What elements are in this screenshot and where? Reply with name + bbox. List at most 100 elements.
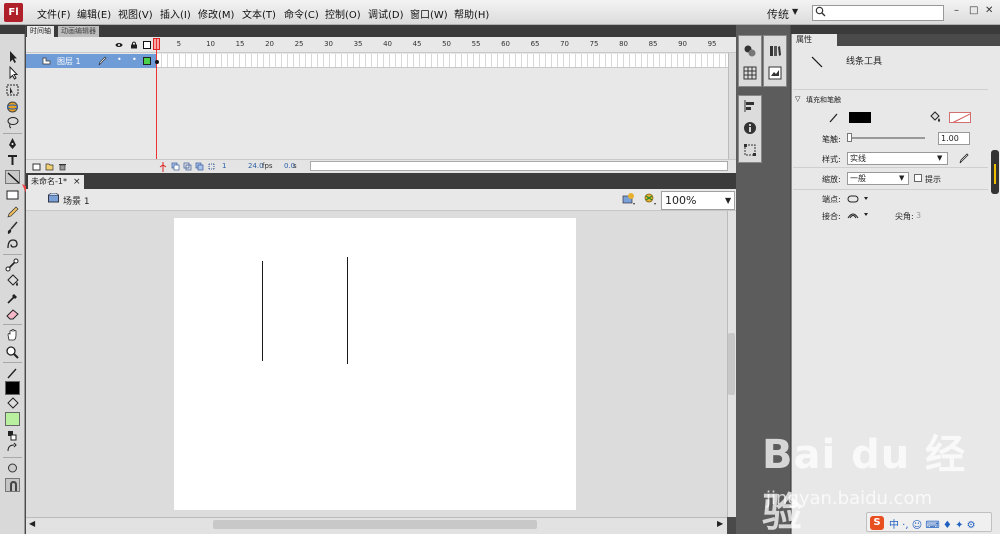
outline-toggle-icon[interactable] [143, 41, 151, 49]
menu-control[interactable]: 控制(O) [325, 6, 361, 21]
timeline-horizontal-scrollbar[interactable] [310, 161, 728, 171]
vertical-scroll-thumb[interactable] [728, 333, 735, 395]
tab-properties[interactable]: 属性 [792, 34, 837, 46]
paint-bucket-tool-icon[interactable] [5, 274, 20, 288]
scroll-right-arrow[interactable]: ▶ [717, 519, 723, 528]
free-transform-tool-icon[interactable] [5, 83, 20, 97]
object-drawing-icon[interactable] [5, 461, 20, 475]
stroke-color-swatch[interactable] [849, 112, 871, 123]
brush-tool-icon[interactable] [5, 221, 20, 235]
pen-tool-icon[interactable] [5, 137, 20, 151]
stroke-style-select[interactable]: 实线 [847, 152, 948, 165]
info-icon[interactable] [743, 121, 757, 135]
edit-stroke-style-icon[interactable] [958, 152, 970, 164]
layer-lock-dot[interactable]: • [132, 55, 137, 64]
lock-icon[interactable] [130, 41, 138, 49]
frames-grid[interactable] [156, 54, 728, 68]
transform-icon[interactable] [743, 143, 757, 157]
layer-visible-dot[interactable]: • [117, 55, 122, 64]
ime-status[interactable]: 中 ·, ☺ ⌨ ♦ ✦ ⚙ [889, 516, 976, 531]
workspace-switcher[interactable]: 传统 [767, 6, 789, 22]
layer-row[interactable]: 图层 1 • • [26, 54, 156, 68]
horizontal-scroll-thumb[interactable] [213, 520, 537, 529]
onion-skin-icon[interactable] [171, 162, 180, 171]
menu-file[interactable]: 文件(F) [37, 6, 71, 21]
toolbox-header[interactable] [0, 25, 25, 34]
swap-colors-icon[interactable] [5, 441, 20, 455]
align-icon[interactable] [743, 99, 757, 113]
menu-help[interactable]: 帮助(H) [454, 6, 489, 21]
subselection-tool-icon[interactable] [5, 65, 20, 80]
drawn-line[interactable] [262, 261, 263, 361]
color-panel-icon[interactable] [743, 44, 757, 58]
layer-name[interactable]: 图层 1 [57, 56, 81, 67]
stage-canvas[interactable] [174, 218, 576, 510]
scroll-left-arrow[interactable]: ◀ [29, 519, 35, 528]
eyedropper-tool-icon[interactable] [5, 291, 20, 305]
menu-modify[interactable]: 修改(M) [198, 6, 234, 21]
chevron-down-icon[interactable]: ▼ [899, 174, 904, 182]
hinting-checkbox[interactable] [914, 174, 922, 182]
scene-label[interactable]: 场景 1 [63, 194, 90, 207]
menu-debug[interactable]: 调试(D) [368, 6, 404, 21]
bone-tool-icon[interactable] [5, 258, 20, 272]
swatches-icon[interactable] [743, 66, 757, 80]
edit-multiple-frames-icon[interactable] [195, 162, 204, 171]
menu-view[interactable]: 视图(V) [118, 6, 153, 21]
edit-scene-icon[interactable] [643, 192, 657, 206]
chevron-down-icon[interactable]: ▼ [792, 7, 798, 16]
stroke-slider-track[interactable] [849, 137, 925, 139]
minimize-button[interactable]: – [954, 5, 959, 16]
menu-edit[interactable]: 编辑(E) [77, 6, 111, 21]
close-icon[interactable]: × [73, 175, 81, 189]
fill-color-swatch[interactable] [949, 112, 971, 123]
drawn-line[interactable] [347, 257, 348, 364]
new-layer-icon[interactable] [32, 162, 41, 171]
eye-icon[interactable] [115, 41, 123, 49]
chevron-down-icon[interactable]: ▼ [937, 154, 942, 162]
selection-tool-icon[interactable] [5, 50, 20, 64]
line-tool-icon[interactable] [5, 170, 20, 184]
miter-value[interactable]: 3 [916, 211, 921, 220]
menu-commands[interactable]: 命令(C) [284, 6, 319, 21]
menu-insert[interactable]: 插入(I) [160, 6, 191, 21]
center-frame-icon[interactable] [159, 162, 167, 172]
zoom-tool-icon[interactable] [5, 345, 20, 359]
menu-window[interactable]: 窗口(W) [410, 6, 448, 21]
join-select-icon[interactable] [847, 210, 871, 220]
tab-timeline[interactable]: 时间轴 [27, 26, 54, 37]
lasso-tool-icon[interactable] [5, 116, 20, 130]
properties-icon[interactable] [768, 66, 782, 80]
stroke-slider-thumb[interactable] [847, 133, 852, 142]
modify-markers-icon[interactable] [207, 162, 216, 171]
ime-toolbar[interactable]: S 中 ·, ☺ ⌨ ♦ ✦ ⚙ [866, 512, 992, 532]
rectangle-tool-icon[interactable] [5, 188, 20, 202]
zoom-select[interactable]: 100% [661, 191, 735, 210]
section-fill-stroke[interactable]: 填充和笔触 [806, 95, 841, 105]
cap-select-icon[interactable] [847, 194, 871, 204]
fill-color-swatch[interactable] [5, 412, 20, 426]
layer-outline-color[interactable] [143, 57, 151, 65]
maximize-button[interactable]: □ [969, 5, 978, 16]
stroke-color-swatch[interactable] [5, 381, 20, 395]
hand-tool-icon[interactable] [5, 328, 20, 342]
text-tool-icon[interactable] [5, 153, 20, 167]
edit-symbols-icon[interactable] [622, 192, 636, 206]
library-icon[interactable] [768, 44, 782, 58]
close-button[interactable]: ✕ [985, 5, 993, 16]
trash-icon[interactable] [58, 162, 67, 171]
chevron-down-icon[interactable]: ▼ [725, 196, 731, 205]
3d-rotation-tool-icon[interactable] [5, 100, 20, 114]
search-input[interactable] [812, 5, 944, 21]
stroke-width-input[interactable]: 1.00 [938, 132, 970, 145]
new-folder-icon[interactable] [45, 162, 54, 171]
pencil-tool-icon[interactable] [5, 205, 20, 219]
menu-text[interactable]: 文本(T) [242, 6, 276, 21]
deco-tool-icon[interactable] [5, 237, 20, 251]
eraser-tool-icon[interactable] [5, 307, 20, 321]
ime-logo-icon[interactable]: S [870, 516, 884, 530]
tab-motion-editor[interactable]: 动画编辑器 [58, 26, 99, 37]
snap-to-objects-icon[interactable] [5, 478, 20, 492]
chevron-down-icon[interactable]: ▽ [795, 95, 800, 103]
timeline-vertical-scrollbar[interactable] [728, 53, 736, 159]
